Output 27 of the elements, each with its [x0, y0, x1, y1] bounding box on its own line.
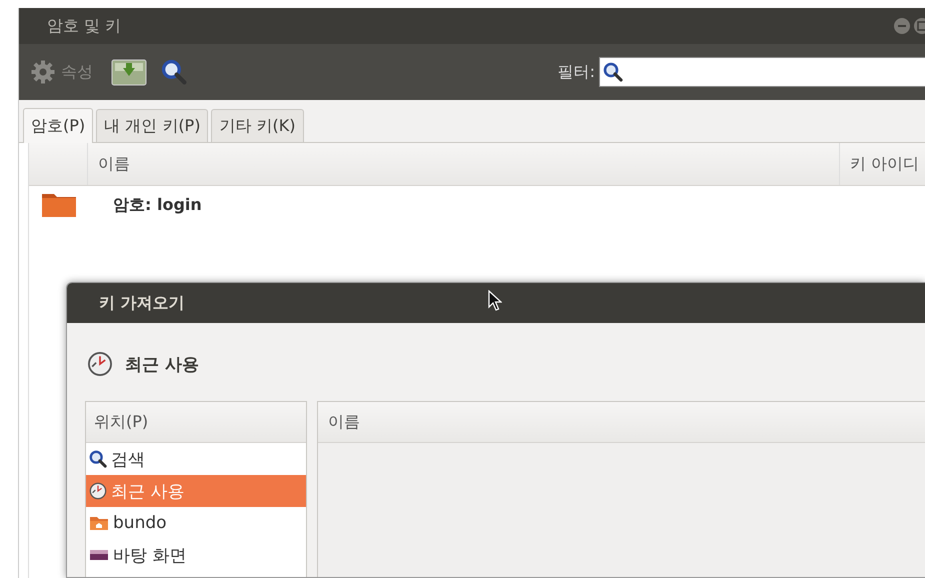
- desktop-icon: [89, 548, 109, 562]
- clock-icon: [87, 351, 113, 377]
- window-title: 암호 및 키: [47, 16, 122, 36]
- place-item[interactable]: 검색: [86, 443, 306, 475]
- search-icon[interactable]: [603, 62, 623, 82]
- folder-icon: [41, 192, 77, 218]
- tab[interactable]: 암호(P): [23, 108, 94, 143]
- column-header[interactable]: 위치(P): [86, 402, 306, 443]
- clock-icon: [89, 482, 107, 500]
- location-label: 최근 사용: [125, 354, 199, 376]
- import-icon[interactable]: [111, 57, 147, 87]
- column-header[interactable]: 키 아이디: [838, 143, 925, 185]
- place-item[interactable]: bundo: [86, 507, 306, 539]
- column-header[interactable]: 이름: [318, 402, 925, 443]
- search-icon[interactable]: [89, 450, 107, 468]
- place-item[interactable]: 바탕 화면: [86, 539, 306, 571]
- search-icon[interactable]: [161, 59, 187, 85]
- filter-label: 필터:: [558, 62, 595, 82]
- tab[interactable]: 기타 키(K): [211, 109, 304, 142]
- dialog-title: 키 가져오기: [99, 292, 185, 314]
- home-folder-icon: [89, 515, 109, 531]
- column-header[interactable]: 이름: [87, 143, 839, 185]
- table-cell: 암호: login: [113, 194, 202, 216]
- tab[interactable]: 내 개인 키(P): [96, 109, 208, 142]
- mouse-pointer-icon: [488, 290, 502, 312]
- minimize-icon[interactable]: [893, 17, 911, 35]
- filter-field[interactable]: [599, 57, 925, 87]
